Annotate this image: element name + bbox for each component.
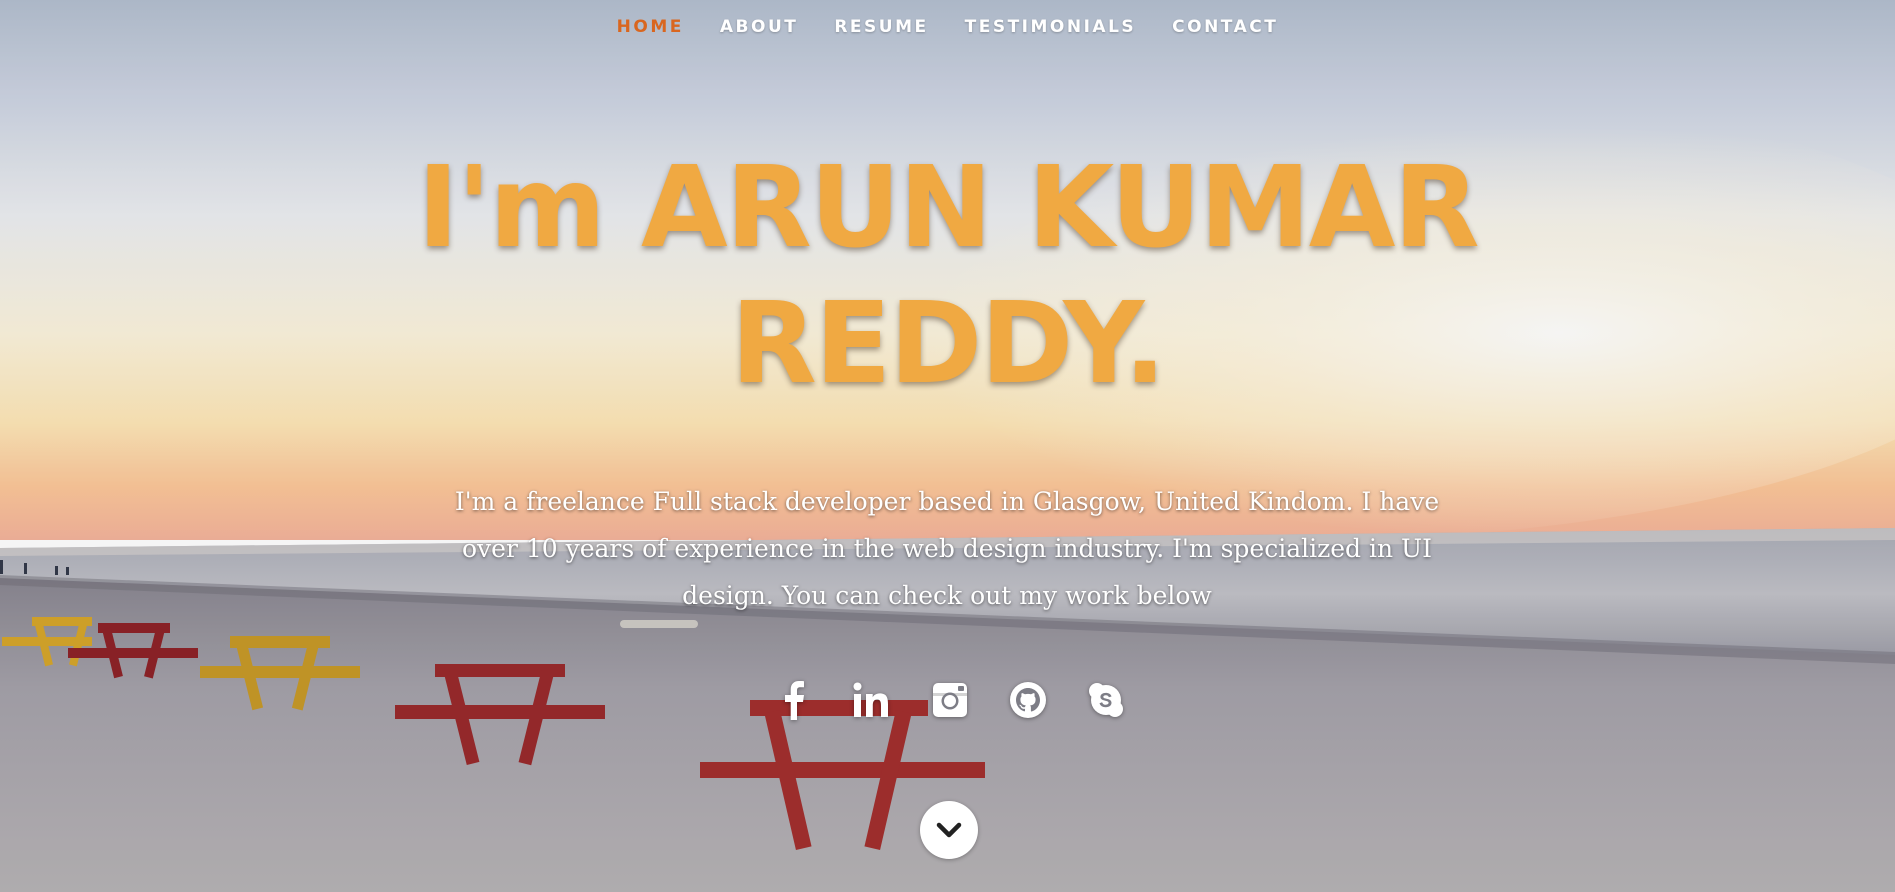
skype-icon xyxy=(1088,683,1123,717)
instagram-link[interactable] xyxy=(930,678,970,722)
skype-link[interactable] xyxy=(1086,678,1126,722)
nav-home[interactable]: HOME xyxy=(617,17,684,37)
hero-headline: I'm ARUN KUMAR REDDY. xyxy=(0,140,1895,412)
linkedin-icon xyxy=(853,682,888,717)
headline-line-1: I'm ARUN KUMAR xyxy=(417,143,1479,273)
nav-about[interactable]: ABOUT xyxy=(720,17,798,37)
facebook-link[interactable] xyxy=(774,678,814,722)
scroll-down-button[interactable] xyxy=(920,801,978,859)
headline-line-2: REDDY. xyxy=(730,279,1167,409)
hero-intro-text: I'm a freelance Full stack developer bas… xyxy=(454,487,1440,610)
nav-resume[interactable]: RESUME xyxy=(834,17,928,37)
nav-testimonials[interactable]: TESTIMONIALS xyxy=(965,17,1137,37)
main-nav: HOME ABOUT RESUME TESTIMONIALS CONTACT xyxy=(0,0,1895,54)
github-icon xyxy=(1009,682,1046,718)
linkedin-link[interactable] xyxy=(852,678,892,722)
chevron-down-icon xyxy=(936,822,962,838)
hero-background-image xyxy=(0,0,1895,892)
social-links xyxy=(0,678,1895,722)
facebook-icon xyxy=(784,681,804,720)
instagram-icon xyxy=(932,683,967,717)
nav-contact[interactable]: CONTACT xyxy=(1172,17,1278,37)
github-link[interactable] xyxy=(1008,678,1048,722)
